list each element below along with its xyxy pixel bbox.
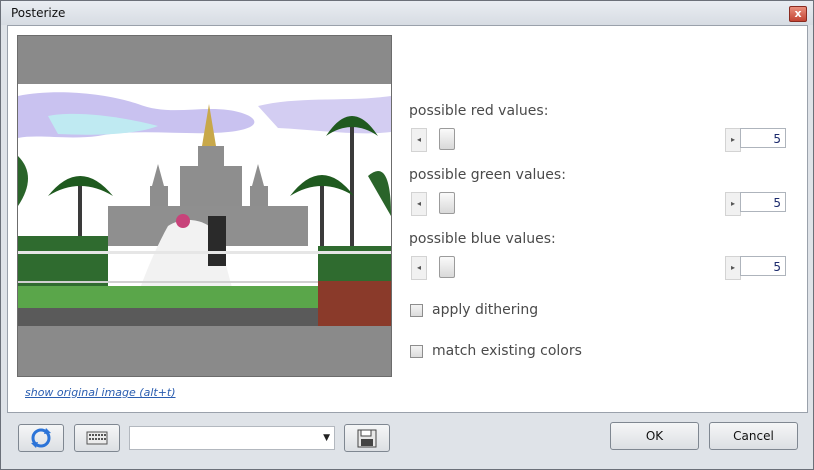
- green-values-input[interactable]: 5: [740, 192, 786, 212]
- close-icon: x: [794, 7, 802, 20]
- blue-increase-arrow-icon[interactable]: ▸: [725, 256, 741, 280]
- red-values-input[interactable]: 5: [740, 128, 786, 148]
- red-decrease-arrow-icon[interactable]: ◂: [411, 128, 427, 152]
- red-increase-arrow-icon[interactable]: ▸: [725, 128, 741, 152]
- apply-dithering-label: apply dithering: [432, 302, 539, 318]
- match-colors-label: match existing colors: [432, 343, 582, 359]
- posterized-photo: [18, 36, 391, 376]
- blue-decrease-arrow-icon[interactable]: ◂: [411, 256, 427, 280]
- green-values-slider[interactable]: ◂ ▸: [411, 192, 741, 216]
- save-icon: [357, 429, 377, 448]
- green-values-label: possible green values:: [409, 167, 566, 183]
- blue-values-input[interactable]: 5: [740, 256, 786, 276]
- reset-button[interactable]: [18, 424, 64, 452]
- green-decrease-arrow-icon[interactable]: ◂: [411, 192, 427, 216]
- keyboard-button[interactable]: [74, 424, 120, 452]
- keyboard-icon: [86, 431, 108, 445]
- dialog-body: show original image (alt+t): [7, 25, 808, 413]
- preview-image: [17, 35, 392, 377]
- ok-button[interactable]: OK: [610, 422, 699, 450]
- close-button[interactable]: x: [789, 6, 807, 22]
- preset-dropdown[interactable]: ▼: [129, 426, 335, 450]
- green-increase-arrow-icon[interactable]: ▸: [725, 192, 741, 216]
- green-slider-thumb[interactable]: [439, 192, 455, 214]
- posterize-dialog: Posterize x show original image (alt+t) …: [0, 0, 814, 470]
- blue-values-label: possible blue values:: [409, 231, 556, 247]
- title-bar: Posterize x: [1, 1, 813, 25]
- cancel-button[interactable]: Cancel: [709, 422, 798, 450]
- window-title: Posterize: [11, 6, 66, 20]
- apply-dithering-checkbox[interactable]: [410, 303, 423, 317]
- match-colors-checkbox[interactable]: [410, 344, 423, 358]
- show-original-link[interactable]: show original image (alt+t): [25, 386, 176, 399]
- blue-values-slider[interactable]: ◂ ▸: [411, 256, 741, 280]
- red-slider-thumb[interactable]: [439, 128, 455, 150]
- refresh-icon: [31, 428, 51, 448]
- save-preset-button[interactable]: [344, 424, 390, 452]
- apply-dithering-option[interactable]: apply dithering: [410, 302, 538, 318]
- chevron-down-icon[interactable]: ▼: [323, 433, 330, 443]
- red-values-slider[interactable]: ◂ ▸: [411, 128, 741, 152]
- match-colors-option[interactable]: match existing colors: [410, 343, 582, 359]
- red-values-label: possible red values:: [409, 103, 549, 119]
- blue-slider-thumb[interactable]: [439, 256, 455, 278]
